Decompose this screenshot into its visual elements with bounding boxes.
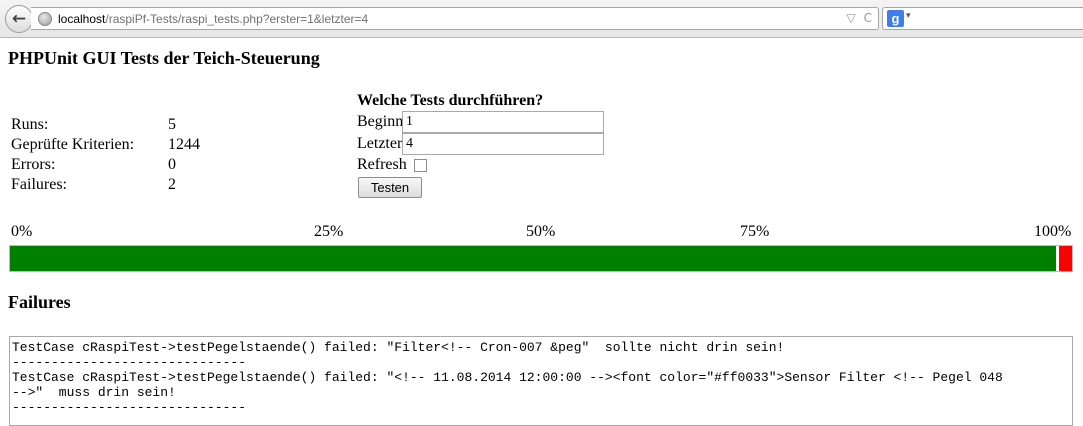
form-row-letzter: Letzter bbox=[357, 133, 604, 155]
scale-label-0: 0% bbox=[11, 223, 33, 240]
url-bar[interactable]: localhost/raspiPf-Tests/raspi_tests.php?… bbox=[31, 7, 879, 30]
stat-value: 1244 bbox=[168, 136, 200, 153]
scale-label-25: 25% bbox=[314, 223, 344, 240]
url-host: localhost bbox=[58, 11, 106, 26]
refresh-checkbox[interactable] bbox=[413, 158, 427, 172]
back-arrow-icon[interactable]: ← bbox=[5, 5, 33, 33]
stat-label: Runs: bbox=[11, 116, 49, 133]
chevron-down-icon[interactable]: ▽ bbox=[846, 11, 855, 25]
progress-fail-segment bbox=[1059, 246, 1072, 271]
browser-toolbar: ← localhost/raspiPf-Tests/raspi_tests.ph… bbox=[0, 0, 1083, 38]
google-icon[interactable]: g bbox=[887, 10, 904, 27]
beginn-label: Beginn bbox=[357, 113, 404, 130]
failures-title: Failures bbox=[8, 292, 71, 312]
testen-button[interactable]: Testen bbox=[358, 177, 422, 198]
stat-value: 0 bbox=[168, 156, 176, 173]
form-title: Welche Tests durchführen? bbox=[357, 92, 544, 109]
scale-label-50: 50% bbox=[526, 223, 556, 240]
scale-label-75: 75% bbox=[740, 223, 770, 240]
stat-value: 5 bbox=[168, 116, 176, 133]
page-title: PHPUnit GUI Tests der Teich-Steuerung bbox=[8, 48, 320, 68]
stat-value: 2 bbox=[168, 176, 176, 193]
reload-icon[interactable]: C bbox=[864, 11, 872, 25]
stats-row-criteria: Geprüfte Kriterien: 1244 bbox=[11, 135, 200, 155]
stats-row-errors: Errors: 0 bbox=[11, 155, 200, 175]
scale-label-100: 100% bbox=[1034, 223, 1072, 240]
stat-label: Errors: bbox=[11, 156, 56, 173]
beginn-input[interactable] bbox=[402, 111, 604, 133]
test-progress-bar bbox=[9, 245, 1073, 272]
search-engine-chevron-icon[interactable]: ▾ bbox=[906, 11, 911, 21]
stat-label: Failures: bbox=[11, 176, 67, 193]
globe-icon bbox=[38, 11, 52, 26]
form-row-refresh: Refresh bbox=[357, 156, 427, 174]
failures-output: TestCase cRaspiTest->testPegelstaende() … bbox=[9, 336, 1073, 426]
progress-pass-segment bbox=[10, 246, 1057, 271]
search-bar[interactable]: g ▾ bbox=[882, 7, 1083, 30]
stats-row-runs: Runs: 5 bbox=[11, 115, 200, 135]
letzter-input[interactable] bbox=[402, 133, 604, 155]
stat-label: Geprüfte Kriterien: bbox=[11, 136, 135, 153]
stats-row-failures: Failures: 2 bbox=[11, 175, 200, 195]
refresh-label: Refresh bbox=[357, 156, 407, 173]
form-row-beginn: Beginn bbox=[357, 111, 604, 133]
stats-table: Runs: 5 Geprüfte Kriterien: 1244 Errors:… bbox=[11, 115, 200, 195]
url-path: /raspiPf-Tests/raspi_tests.php?erster=1&… bbox=[105, 11, 369, 26]
letzter-label: Letzter bbox=[357, 135, 403, 152]
